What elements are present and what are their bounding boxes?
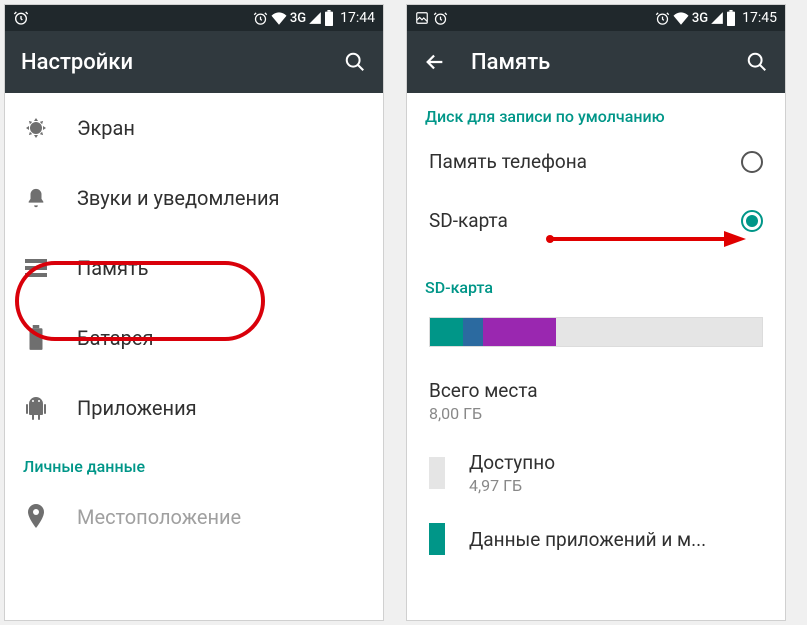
- location-icon: [23, 504, 49, 530]
- settings-list: Экран Звуки и уведомления Память Батарея: [5, 93, 383, 552]
- phone-right: 3G 17:45 Память Диск для записи по умолч…: [406, 4, 786, 621]
- battery-icon: [23, 325, 49, 351]
- brightness-icon: [23, 115, 49, 141]
- color-swatch: [429, 523, 445, 555]
- status-bar: 3G 17:45: [407, 5, 785, 31]
- default-write-header: Диск для записи по умолчанию: [407, 93, 785, 132]
- settings-item-label: Память: [77, 256, 148, 280]
- settings-item-battery[interactable]: Батарея: [5, 303, 383, 373]
- wifi-icon: [672, 11, 690, 25]
- storage-usage-bar: [429, 317, 763, 347]
- settings-item-sound[interactable]: Звуки и уведомления: [5, 163, 383, 233]
- radio-phone-storage[interactable]: Память телефона: [407, 132, 785, 191]
- back-icon[interactable]: [423, 50, 447, 74]
- settings-item-display[interactable]: Экран: [5, 93, 383, 163]
- storage-seg: [483, 318, 556, 346]
- storage-icon: [23, 255, 49, 281]
- storage-seg: [430, 318, 463, 346]
- section-personal: Личные данные: [5, 443, 383, 482]
- page-title: Память: [471, 50, 721, 75]
- available-space-row[interactable]: Доступно 4,97 ГБ: [407, 437, 785, 509]
- battery-icon: [324, 10, 334, 26]
- settings-item-label: Приложения: [77, 396, 197, 420]
- settings-item-label: Экран: [77, 116, 135, 140]
- status-bar: 3G 17:44: [5, 5, 383, 31]
- radio-unselected-icon: [741, 151, 763, 173]
- clock-time: 17:45: [742, 10, 777, 26]
- settings-item-location[interactable]: Местоположение: [5, 482, 383, 552]
- screenshot-icon: [415, 11, 429, 25]
- signal-icon: [308, 11, 322, 25]
- info-value: 4,97 ГБ: [469, 476, 555, 495]
- android-icon: [23, 395, 49, 421]
- alarm-icon: [655, 11, 670, 26]
- network-3g-label: 3G: [692, 11, 708, 26]
- clock-time: 17:44: [340, 10, 375, 26]
- alarm-icon: [433, 11, 448, 26]
- phone-left: 3G 17:44 Настройки Экран Звуки и у: [4, 4, 384, 621]
- alarm-icon: [13, 10, 29, 26]
- battery-icon: [726, 10, 736, 26]
- wifi-icon: [270, 11, 288, 25]
- info-value: 8,00 ГБ: [429, 404, 763, 423]
- settings-item-apps[interactable]: Приложения: [5, 373, 383, 443]
- network-3g-label: 3G: [290, 11, 306, 26]
- total-space-row[interactable]: Всего места 8,00 ГБ: [407, 369, 785, 437]
- settings-item-label: Звуки и уведомления: [77, 186, 280, 210]
- search-icon[interactable]: [343, 50, 367, 74]
- settings-item-label: Батарея: [77, 326, 153, 350]
- apps-data-row[interactable]: Данные приложений и м...: [407, 509, 785, 569]
- app-bar: Настройки: [5, 31, 383, 93]
- settings-item-storage[interactable]: Память: [5, 233, 383, 303]
- info-label: Всего места: [429, 379, 763, 402]
- radio-label: Память телефона: [429, 150, 587, 173]
- search-icon[interactable]: [745, 50, 769, 74]
- page-title: Настройки: [21, 50, 319, 75]
- sd-card-header: SD-карта: [407, 264, 785, 303]
- storage-seg: [556, 318, 762, 346]
- radio-label: SD-карта: [429, 209, 508, 232]
- signal-icon: [710, 11, 724, 25]
- info-label: Доступно: [469, 451, 555, 474]
- bell-icon: [23, 185, 49, 211]
- settings-item-label: Местоположение: [77, 505, 241, 529]
- alarm-icon: [253, 11, 268, 26]
- storage-content: Диск для записи по умолчанию Память теле…: [407, 93, 785, 569]
- storage-seg: [463, 318, 483, 346]
- radio-sd-card[interactable]: SD-карта: [407, 191, 785, 250]
- color-swatch: [429, 457, 445, 489]
- radio-selected-icon: [741, 210, 763, 232]
- app-bar: Память: [407, 31, 785, 93]
- info-label: Данные приложений и м...: [469, 528, 706, 551]
